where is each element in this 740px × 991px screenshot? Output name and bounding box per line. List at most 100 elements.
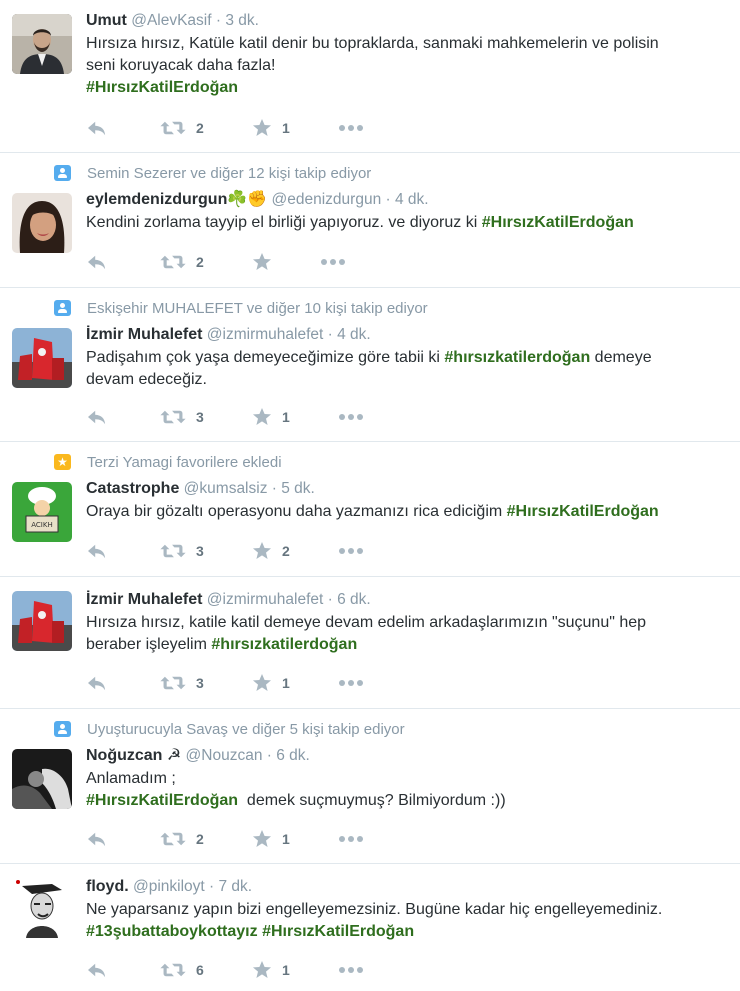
favorite-button[interactable]: 1 bbox=[252, 405, 290, 429]
more-button[interactable] bbox=[338, 405, 364, 429]
retweet-icon bbox=[160, 119, 186, 137]
context-text[interactable]: Uyuşturucuyla Savaş ve diğer 5 kişi taki… bbox=[87, 721, 405, 738]
favorite-count: 2 bbox=[282, 543, 290, 559]
tweet-timestamp[interactable]: · 6 dk. bbox=[267, 747, 310, 764]
user-handle[interactable]: @izmirmuhalefet bbox=[207, 591, 324, 608]
favorite-count: 1 bbox=[282, 120, 290, 136]
favorite-button[interactable] bbox=[252, 250, 272, 274]
more-button[interactable] bbox=[338, 671, 364, 695]
favorite-count: 1 bbox=[282, 962, 290, 978]
reply-button[interactable] bbox=[86, 405, 108, 429]
follow-context-icon bbox=[54, 721, 71, 737]
tweet-text: Kendini zorlama tayyip el birliği yapıyo… bbox=[86, 214, 634, 231]
tweet[interactable]: İzmir Muhalefet @izmirmuhalefet · 6 dk. … bbox=[0, 577, 740, 709]
user-handle[interactable]: @AlevKasif bbox=[131, 12, 211, 29]
user-handle[interactable]: @izmirmuhalefet bbox=[207, 326, 324, 343]
follow-context-icon bbox=[54, 300, 71, 316]
avatar[interactable] bbox=[12, 328, 72, 388]
retweet-count: 6 bbox=[196, 962, 204, 978]
avatar[interactable]: ACIKH bbox=[12, 482, 72, 542]
retweet-button[interactable]: 2 bbox=[160, 116, 204, 140]
user-fullname[interactable]: Umut bbox=[86, 12, 127, 29]
retweet-button[interactable]: 2 bbox=[160, 250, 204, 274]
avatar[interactable] bbox=[12, 14, 72, 74]
retweet-button[interactable]: 3 bbox=[160, 539, 204, 563]
retweet-count: 2 bbox=[196, 831, 204, 847]
more-button[interactable] bbox=[338, 958, 364, 982]
reply-button[interactable] bbox=[86, 539, 108, 563]
context-text[interactable]: Eskişehir MUHALEFET ve diğer 10 kişi tak… bbox=[87, 300, 428, 317]
hashtag-link[interactable]: #HırsızKatilErdoğan bbox=[482, 214, 634, 231]
tweet-timestamp[interactable]: · 5 dk. bbox=[272, 480, 315, 497]
retweet-button[interactable]: 6 bbox=[160, 958, 204, 982]
tweet-text: Oraya bir gözaltı operasyonu daha yazman… bbox=[86, 503, 659, 520]
retweet-button[interactable]: 2 bbox=[160, 827, 204, 851]
reply-button[interactable] bbox=[86, 671, 108, 695]
reply-icon bbox=[86, 830, 108, 848]
hashtag-link[interactable]: #hırsızkatilerdoğan bbox=[444, 349, 590, 366]
hashtag-link[interactable]: #hırsızkatilerdoğan bbox=[211, 636, 357, 653]
tweet-context: ★ Terzi Yamagi favorilere ekledi bbox=[54, 452, 282, 472]
user-fullname[interactable]: Noğuzcan ☭ bbox=[86, 747, 181, 764]
more-button[interactable] bbox=[338, 116, 364, 140]
tweet-text: Hırsıza hırsız, katile katil demeye deva… bbox=[86, 614, 647, 653]
more-button[interactable] bbox=[338, 827, 364, 851]
tweet[interactable]: floyd. @pinkiloyt · 7 dk. Ne yaparsanız … bbox=[0, 864, 740, 991]
favorite-button[interactable]: 1 bbox=[252, 671, 290, 695]
hashtag-link[interactable]: #13şubattaboykottayız bbox=[86, 923, 258, 940]
context-text[interactable]: Terzi Yamagi favorilere ekledi bbox=[87, 454, 282, 471]
reply-button[interactable] bbox=[86, 250, 108, 274]
tweet[interactable]: Semin Sezerer ve diğer 12 kişi takip edi… bbox=[0, 153, 740, 288]
user-fullname[interactable]: eylemdenizdurgun☘️✊️ bbox=[86, 191, 267, 208]
user-fullname[interactable]: Catastrophe bbox=[86, 480, 179, 497]
retweet-icon bbox=[160, 674, 186, 692]
retweet-button[interactable]: 3 bbox=[160, 671, 204, 695]
hashtag-link[interactable]: #HırsızKatilErdoğan bbox=[86, 792, 238, 809]
retweet-icon bbox=[160, 408, 186, 426]
favorite-button[interactable]: 1 bbox=[252, 958, 290, 982]
tweet[interactable]: Eskişehir MUHALEFET ve diğer 10 kişi tak… bbox=[0, 288, 740, 442]
favorite-icon bbox=[252, 829, 272, 849]
user-handle[interactable]: @edenizdurgun bbox=[272, 191, 382, 208]
more-icon bbox=[338, 124, 364, 132]
tweet-context: Semin Sezerer ve diğer 12 kişi takip edi… bbox=[54, 163, 371, 183]
reply-button[interactable] bbox=[86, 827, 108, 851]
user-handle[interactable]: @Nouzcan bbox=[186, 747, 263, 764]
tweet-timestamp[interactable]: · 7 dk. bbox=[209, 878, 252, 895]
avatar[interactable] bbox=[12, 591, 72, 651]
favorite-icon bbox=[252, 960, 272, 980]
hashtag-link[interactable]: #HırsızKatilErdoğan bbox=[262, 923, 414, 940]
more-button[interactable] bbox=[338, 539, 364, 563]
tweet-timestamp[interactable]: · 4 dk. bbox=[386, 191, 429, 208]
user-fullname[interactable]: floyd. bbox=[86, 878, 129, 895]
retweet-count: 3 bbox=[196, 675, 204, 691]
favorite-count: 1 bbox=[282, 831, 290, 847]
reply-button[interactable] bbox=[86, 116, 108, 140]
favorite-button[interactable]: 1 bbox=[252, 116, 290, 140]
hashtag-link[interactable]: #HırsızKatilErdoğan bbox=[507, 503, 659, 520]
tweet[interactable]: Umut @AlevKasif · 3 dk. Hırsıza hırsız, … bbox=[0, 0, 740, 153]
tweet-timestamp[interactable]: · 6 dk. bbox=[328, 591, 371, 608]
retweet-button[interactable]: 3 bbox=[160, 405, 204, 429]
avatar[interactable] bbox=[12, 193, 72, 253]
user-fullname[interactable]: İzmir Muhalefet bbox=[86, 326, 202, 343]
avatar[interactable] bbox=[12, 749, 72, 809]
hashtag-link[interactable]: #HırsızKatilErdoğan bbox=[86, 79, 238, 96]
favorite-button[interactable]: 2 bbox=[252, 539, 290, 563]
tweet-timestamp[interactable]: · 4 dk. bbox=[328, 326, 371, 343]
tweet[interactable]: Uyuşturucuyla Savaş ve diğer 5 kişi taki… bbox=[0, 709, 740, 864]
user-fullname[interactable]: İzmir Muhalefet bbox=[86, 591, 202, 608]
tweet-timestamp[interactable]: · 3 dk. bbox=[216, 12, 259, 29]
context-text[interactable]: Semin Sezerer ve diğer 12 kişi takip edi… bbox=[87, 165, 371, 182]
avatar[interactable] bbox=[12, 878, 72, 938]
reply-button[interactable] bbox=[86, 958, 108, 982]
tweet-text: Ne yaparsanız yapın bizi engelleyemezsin… bbox=[86, 901, 663, 940]
user-handle[interactable]: @pinkiloyt bbox=[133, 878, 205, 895]
tweet-context: Eskişehir MUHALEFET ve diğer 10 kişi tak… bbox=[54, 298, 428, 318]
user-handle[interactable]: @kumsalsiz bbox=[184, 480, 268, 497]
tweet[interactable]: ★ Terzi Yamagi favorilere ekledi ACIKH C… bbox=[0, 442, 740, 577]
retweet-count: 3 bbox=[196, 543, 204, 559]
reply-icon bbox=[86, 408, 108, 426]
more-button[interactable] bbox=[320, 250, 346, 274]
favorite-button[interactable]: 1 bbox=[252, 827, 290, 851]
